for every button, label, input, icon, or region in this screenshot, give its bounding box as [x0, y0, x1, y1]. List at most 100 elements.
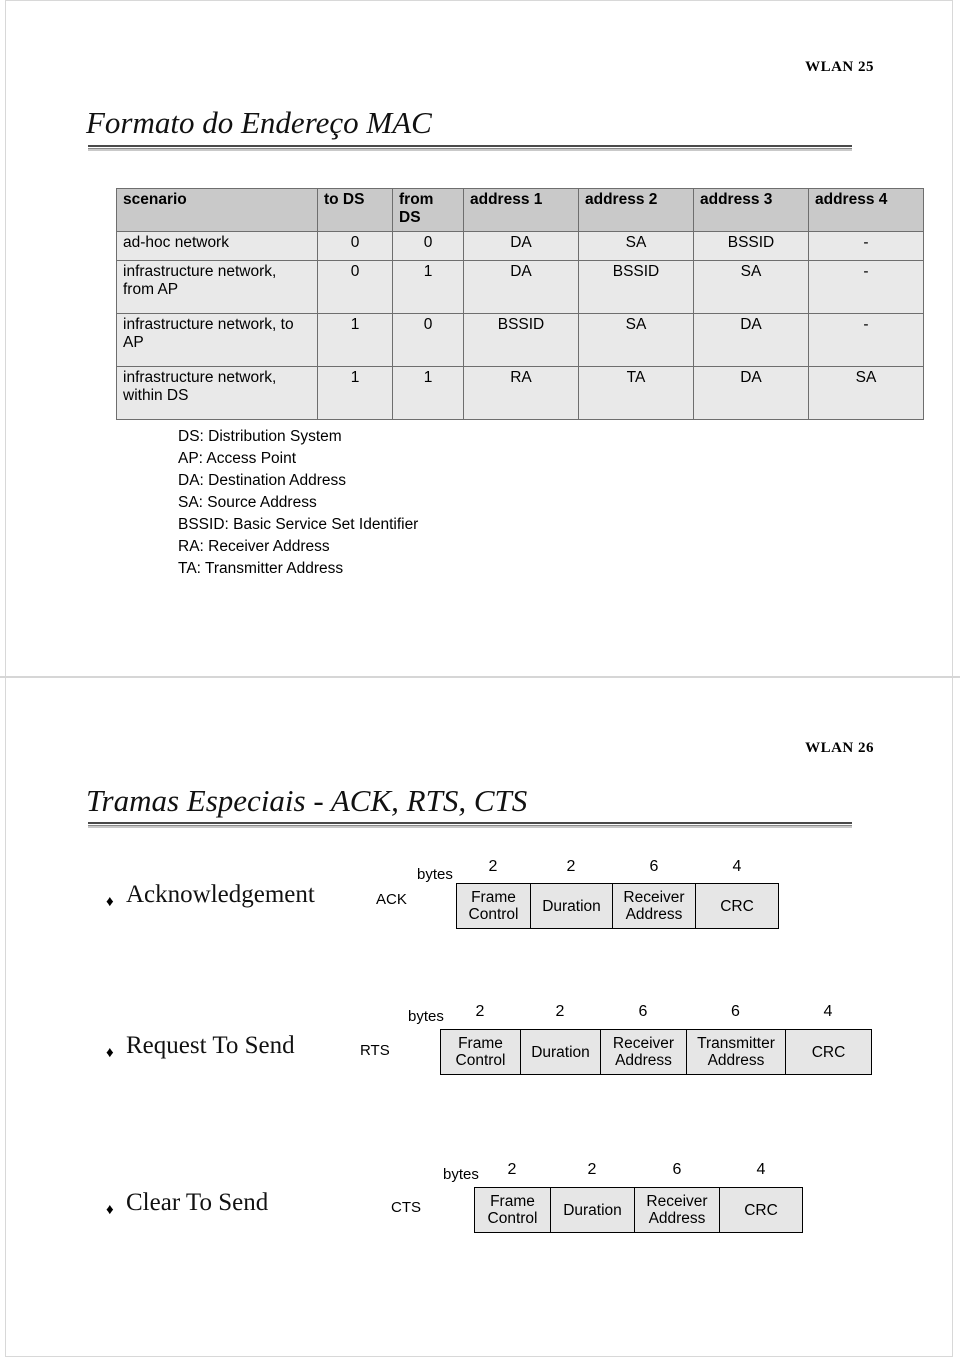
cell-scenario: infrastructure network, from AP — [116, 260, 318, 314]
bytes-label-rts: bytes — [408, 1008, 444, 1025]
byte-sizes-rts: 2 2 6 6 4 — [440, 1003, 871, 1021]
table-row: ad-hoc network 0 0 DA SA BSSID - — [116, 231, 924, 261]
cell-address-2: SA — [578, 231, 694, 261]
slide-number-1: WLAN 25 — [805, 59, 874, 75]
legend-item-ds: DS: Distribution System — [178, 428, 342, 445]
byte-size: 6 — [649, 858, 659, 875]
cell-address-2: BSSID — [578, 260, 694, 314]
diamond-bullet-icon: ♦ — [106, 1202, 114, 1218]
cell-address-4: SA — [808, 366, 924, 420]
diamond-bullet-icon: ♦ — [106, 894, 114, 910]
cell-from-ds: 1 — [392, 366, 464, 420]
cell-address-1: DA — [463, 260, 579, 314]
page-title-2: Tramas Especiais - ACK, RTS, CTS — [86, 783, 528, 818]
column-header-from-ds: from DS — [392, 188, 464, 232]
frame-label-cts: Clear To Send — [126, 1189, 269, 1216]
cell-scenario: ad-hoc network — [116, 231, 318, 261]
frame-field-crc: CRC — [720, 897, 754, 915]
byte-size: 2 — [587, 1161, 597, 1178]
frame-abbr-cts: CTS — [391, 1199, 421, 1216]
table-row: infrastructure network, within DS 1 1 RA… — [116, 366, 924, 420]
page-title-1: Formato do Endereço MAC — [86, 105, 432, 140]
frame-field-frame-control: Frame Control — [441, 1030, 521, 1074]
cell-to-ds: 1 — [317, 313, 393, 367]
column-header-scenario: scenario — [116, 188, 318, 232]
legend-item-da: DA: Destination Address — [178, 472, 347, 489]
byte-size: 6 — [672, 1161, 682, 1178]
slide-page-1: WLAN 25 Formato do Endereço MAC scenario… — [5, 0, 953, 676]
legend-item-ap: AP: Access Point — [178, 450, 297, 467]
cell-to-ds: 0 — [317, 231, 393, 261]
abbreviation-legend: DS: Distribution System AP: Access Point… — [178, 426, 418, 580]
slide-page-2: WLAN 26 Tramas Especiais - ACK, RTS, CTS… — [5, 678, 953, 1357]
frame-abbr-rts: RTS — [360, 1042, 390, 1059]
column-header-address-3: address 3 — [693, 188, 809, 232]
cell-from-ds: 0 — [392, 313, 464, 367]
frame-field-crc: CRC — [744, 1201, 778, 1219]
cell-address-4: - — [808, 260, 924, 314]
cell-address-3: BSSID — [693, 231, 809, 261]
frame-field-duration: Duration — [551, 1188, 635, 1232]
frame-field-receiver-address: Receiver Address — [635, 1188, 720, 1232]
column-header-address-1: address 1 — [463, 188, 579, 232]
byte-size: 6 — [731, 1003, 740, 1020]
column-header-to-ds: to DS — [317, 188, 393, 232]
frame-abbr-ack: ACK — [376, 891, 407, 908]
cell-scenario: infrastructure network, to AP — [116, 313, 318, 367]
frame-field-duration: Duration — [521, 1030, 601, 1074]
byte-size: 2 — [475, 1003, 485, 1020]
cell-scenario: infrastructure network, within DS — [116, 366, 318, 420]
frame-field-frame-control: Frame Control — [457, 884, 531, 928]
legend-item-ta: TA: Transmitter Address — [178, 560, 344, 577]
byte-size: 4 — [732, 858, 742, 875]
table-header-row: scenario to DS from DS address 1 address… — [116, 188, 924, 232]
mac-address-format-table: scenario to DS from DS address 1 address… — [116, 188, 924, 420]
byte-size: 4 — [823, 1003, 833, 1020]
cell-from-ds: 1 — [392, 260, 464, 314]
frame-field-duration: Duration — [531, 884, 613, 928]
frame-fields-rts: Frame Control Duration Receiver Address … — [440, 1029, 872, 1075]
cell-address-3: DA — [693, 313, 809, 367]
slide-number-2: WLAN 26 — [805, 740, 874, 756]
byte-size: 2 — [507, 1161, 517, 1178]
byte-sizes-ack: 2 2 6 4 — [456, 858, 778, 876]
table-row: infrastructure network, from AP 0 1 DA B… — [116, 260, 924, 314]
cell-address-1: DA — [463, 231, 579, 261]
cell-address-2: SA — [578, 313, 694, 367]
diamond-bullet-icon: ♦ — [106, 1045, 114, 1061]
cell-address-4: - — [808, 313, 924, 367]
frame-field-crc: CRC — [811, 1043, 846, 1061]
cell-from-ds: 0 — [392, 231, 464, 261]
frame-field-receiver-address: Receiver Address — [613, 884, 696, 928]
cell-to-ds: 0 — [317, 260, 393, 314]
byte-size: 6 — [638, 1003, 648, 1020]
frame-field-frame-control: Frame Control — [475, 1188, 551, 1232]
frame-label-rts: Request To Send — [126, 1032, 295, 1059]
table-row: infrastructure network, to AP 1 0 BSSID … — [116, 313, 924, 367]
cell-address-4: - — [808, 231, 924, 261]
frame-field-transmitter-address: Transmitter Address — [687, 1030, 786, 1074]
title-divider-2 — [88, 822, 852, 828]
legend-item-bssid: BSSID: Basic Service Set Identifier — [178, 516, 419, 533]
cell-to-ds: 1 — [317, 366, 393, 420]
column-header-address-2: address 2 — [578, 188, 694, 232]
byte-size: 2 — [566, 858, 576, 875]
byte-sizes-cts: 2 2 6 4 — [474, 1161, 802, 1179]
column-header-address-4: address 4 — [808, 188, 924, 232]
cell-address-1: RA — [463, 366, 579, 420]
legend-item-sa: SA: Source Address — [178, 494, 317, 511]
frame-fields-ack: Frame Control Duration Receiver Address … — [456, 883, 779, 929]
frame-label-ack: Acknowledgement — [126, 881, 315, 908]
bytes-label-ack: bytes — [417, 866, 453, 883]
cell-address-1: BSSID — [463, 313, 579, 367]
byte-size: 2 — [555, 1003, 565, 1020]
legend-item-ra: RA: Receiver Address — [178, 538, 330, 555]
frame-field-receiver-address: Receiver Address — [601, 1030, 687, 1074]
cell-address-3: DA — [693, 366, 809, 420]
byte-size: 2 — [488, 858, 498, 875]
cell-address-3: SA — [693, 260, 809, 314]
frame-fields-cts: Frame Control Duration Receiver Address … — [474, 1187, 803, 1233]
cell-address-2: TA — [578, 366, 694, 420]
title-divider-1 — [88, 145, 852, 151]
byte-size: 4 — [756, 1161, 766, 1178]
